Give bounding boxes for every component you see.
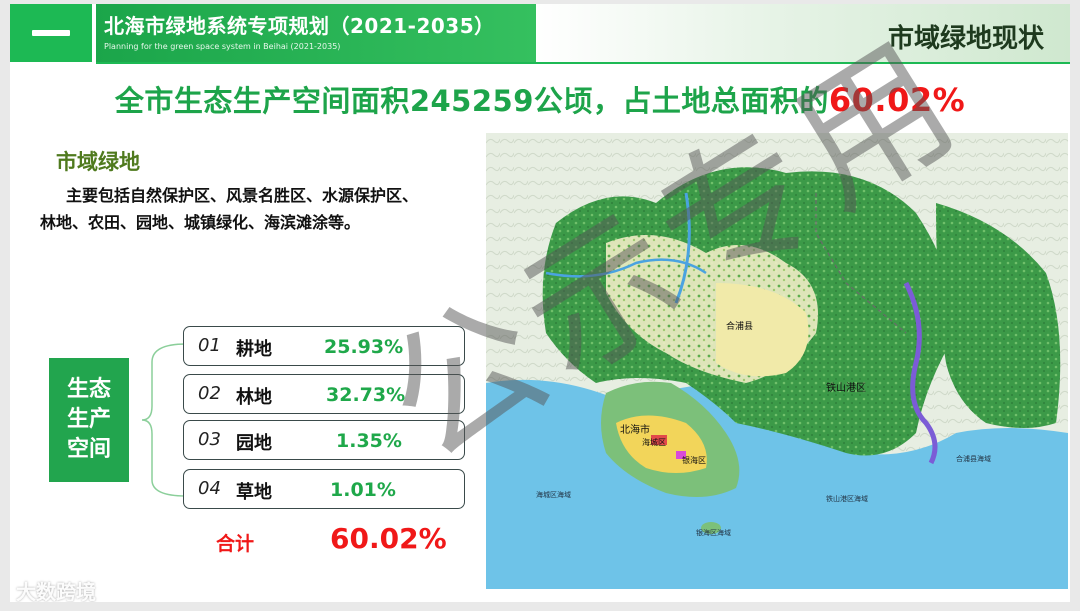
green-space-desc-line2: 林地、农田、园地、城镇绿化、海滨滩涂等。 bbox=[40, 213, 361, 232]
headline-text: 全市生态生产空间面积245259公顷，占土地总面积的 bbox=[114, 84, 829, 118]
item-row-grassland: 04 草地 1.01% bbox=[183, 469, 465, 509]
header-divider bbox=[96, 62, 1070, 64]
item-row-forest: 02 林地 32.73% bbox=[183, 374, 465, 414]
eco-line-2: 生产 bbox=[66, 407, 111, 432]
dash-icon bbox=[32, 30, 70, 36]
item-name: 林地 bbox=[236, 387, 272, 408]
total-value: 60.02% bbox=[330, 522, 447, 555]
item-name: 耕地 bbox=[236, 339, 272, 360]
map-label-yinhai: 银海区 bbox=[682, 455, 706, 465]
map-label-sea-yinhai: 银海区海域 bbox=[696, 528, 731, 537]
item-number: 03 bbox=[198, 429, 221, 450]
footer-logo: 大数跨境 bbox=[16, 576, 96, 602]
section-heading: 市域绿地现状 bbox=[887, 24, 1044, 54]
item-percent: 25.93% bbox=[324, 336, 404, 358]
map-label-sea-tieshan: 铁山港区海域 bbox=[826, 494, 868, 503]
eco-line-3: 空间 bbox=[66, 437, 111, 462]
logo-text: 大数跨境 bbox=[16, 580, 96, 602]
headline: 全市生态生产空间面积245259公顷，占土地总面积的60.02% bbox=[10, 78, 1070, 120]
header-marker-block bbox=[10, 4, 92, 62]
map-graphic: 北海市 海城区 银海区 铁山港区 合浦县 海城区海域 银海区海域 铁山港区海域 … bbox=[486, 133, 1068, 589]
map-label-tieshan: 铁山港区 bbox=[826, 381, 866, 394]
map-label-haicheng: 海城区 bbox=[642, 437, 666, 447]
item-name: 园地 bbox=[236, 433, 272, 454]
green-space-title: 市域绿地 bbox=[56, 150, 140, 174]
map-label-sea-haicheng: 海城区海域 bbox=[536, 490, 571, 499]
map-label-city: 北海市 bbox=[620, 423, 650, 436]
eco-line-1: 生态 bbox=[66, 377, 111, 402]
item-number: 02 bbox=[198, 383, 221, 404]
item-number: 04 bbox=[198, 478, 221, 499]
header-section-panel: 市域绿地现状 bbox=[536, 4, 1070, 62]
item-row-cultivated: 01 耕地 25.93% bbox=[183, 326, 465, 366]
document-subtitle: Planning for the green space system in B… bbox=[104, 42, 341, 51]
item-percent: 1.01% bbox=[330, 479, 396, 501]
eco-space-label: 生态 生产 空间 bbox=[49, 358, 129, 482]
total-label: 合计 bbox=[216, 533, 255, 555]
item-percent: 1.35% bbox=[336, 430, 402, 452]
slide: 北海市绿地系统专项规划（2021-2035） Planning for the … bbox=[10, 4, 1070, 602]
green-space-map: 北海市 海城区 银海区 铁山港区 合浦县 海城区海域 银海区海域 铁山港区海域 … bbox=[486, 133, 1068, 589]
item-number: 01 bbox=[198, 335, 221, 356]
item-name: 草地 bbox=[236, 482, 272, 503]
green-space-desc-line1: 主要包括自然保护区、风景名胜区、水源保护区、 bbox=[66, 186, 419, 205]
item-row-garden: 03 园地 1.35% bbox=[183, 420, 465, 460]
map-label-hepu: 合浦县 bbox=[726, 320, 753, 332]
item-percent: 32.73% bbox=[326, 384, 406, 406]
document-title: 北海市绿地系统专项规划（2021-2035） bbox=[104, 14, 495, 38]
map-label-sea-hepu: 合浦县海域 bbox=[956, 454, 991, 463]
headline-highlight: 60.02% bbox=[828, 81, 966, 119]
